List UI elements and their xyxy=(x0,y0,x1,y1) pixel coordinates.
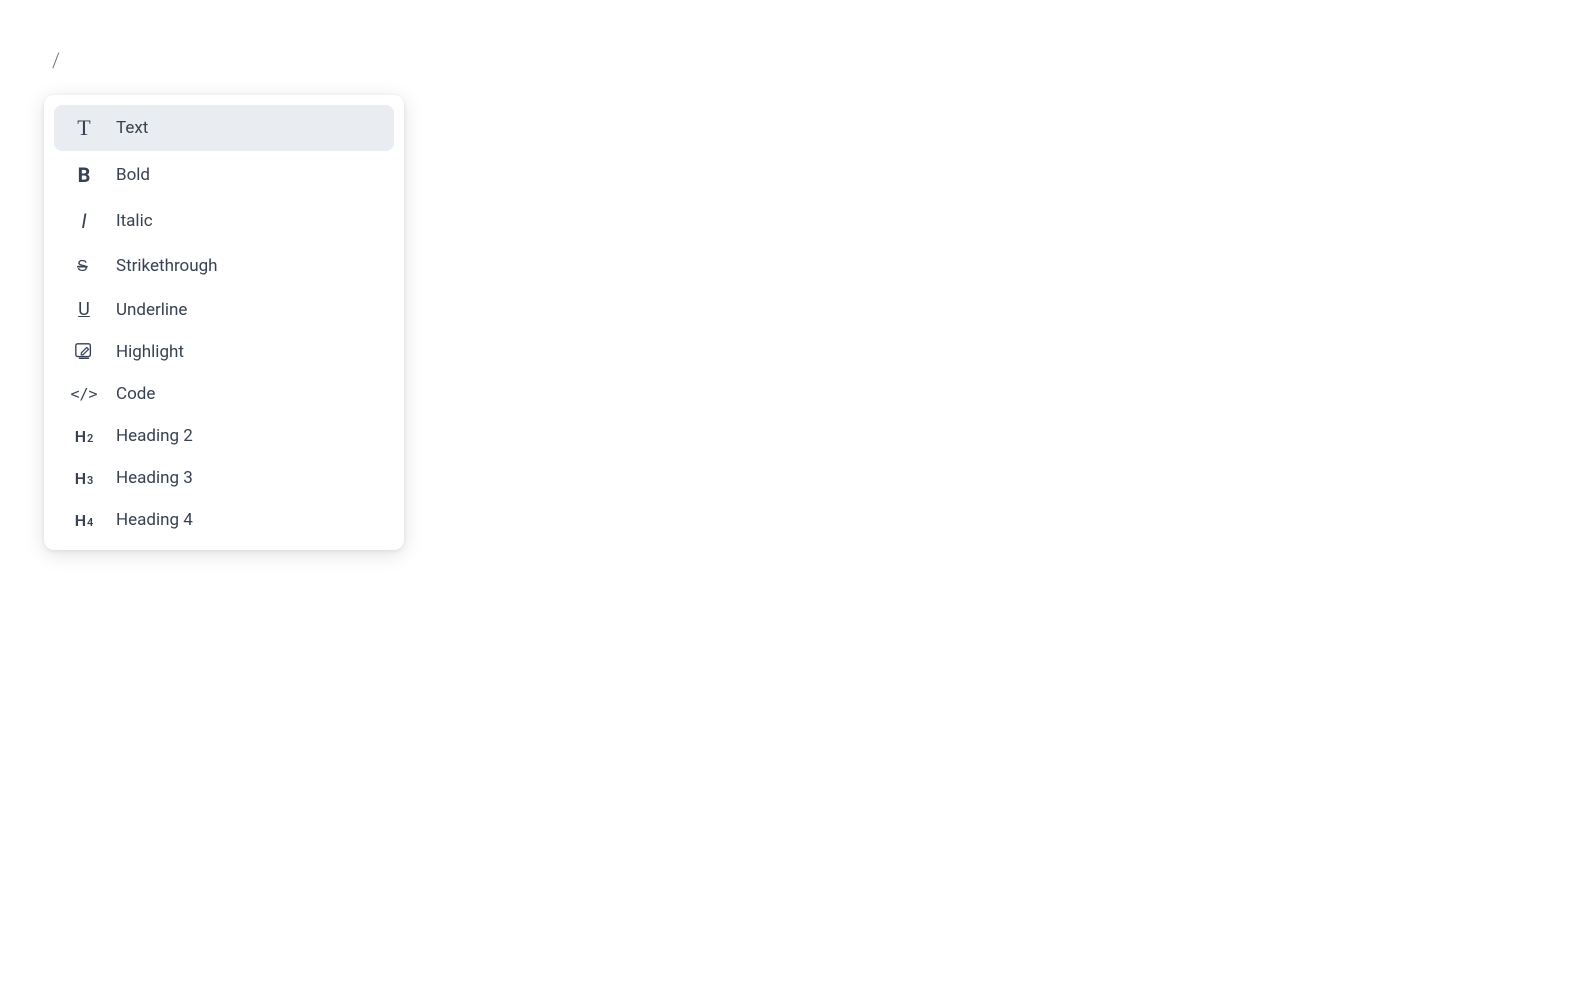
h2-icon: H2 xyxy=(68,427,100,446)
menu-label-text: Text xyxy=(116,118,148,138)
menu-label-strikethrough: Strikethrough xyxy=(116,256,218,276)
h3-icon: H3 xyxy=(68,469,100,488)
strikethrough-icon: S xyxy=(68,255,100,277)
bold-icon: B xyxy=(68,163,100,187)
text-icon: T xyxy=(68,115,100,141)
menu-label-heading2: Heading 2 xyxy=(116,426,193,446)
menu-item-text[interactable]: T Text xyxy=(54,105,394,151)
menu-item-highlight[interactable]: Highlight xyxy=(54,332,394,372)
code-icon: </> xyxy=(68,385,100,403)
format-dropdown-menu: T Text B Bold I Italic S Strikethrough U… xyxy=(44,95,404,550)
menu-item-heading4[interactable]: H4 Heading 4 xyxy=(54,500,394,540)
menu-label-underline: Underline xyxy=(116,300,187,320)
h4-icon: H4 xyxy=(68,511,100,530)
highlight-icon xyxy=(68,342,100,362)
menu-item-heading2[interactable]: H2 Heading 2 xyxy=(54,416,394,456)
menu-item-code[interactable]: </> Code xyxy=(54,374,394,414)
menu-label-bold: Bold xyxy=(116,165,150,185)
menu-label-italic: Italic xyxy=(116,211,153,231)
menu-item-bold[interactable]: B Bold xyxy=(54,153,394,197)
slash-indicator: / xyxy=(52,48,60,72)
italic-icon: I xyxy=(68,209,100,233)
menu-item-strikethrough[interactable]: S Strikethrough xyxy=(54,245,394,287)
svg-text:S: S xyxy=(77,258,88,275)
menu-item-heading3[interactable]: H3 Heading 3 xyxy=(54,458,394,498)
menu-item-italic[interactable]: I Italic xyxy=(54,199,394,243)
underline-icon: U xyxy=(68,299,100,320)
menu-label-highlight: Highlight xyxy=(116,342,184,362)
menu-label-heading3: Heading 3 xyxy=(116,468,193,488)
menu-item-underline[interactable]: U Underline xyxy=(54,289,394,330)
menu-label-heading4: Heading 4 xyxy=(116,510,193,530)
menu-label-code: Code xyxy=(116,384,155,404)
